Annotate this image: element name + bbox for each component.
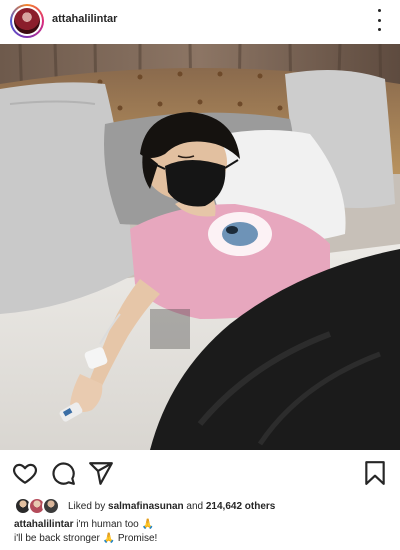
- likes-conjunction: and: [186, 500, 204, 512]
- liker-avatar[interactable]: [42, 497, 60, 515]
- post-photo[interactable]: [0, 44, 400, 450]
- photo-illustration: [0, 44, 400, 450]
- caption-text-1: i'm human too 🙏: [76, 519, 154, 530]
- more-dot: [377, 28, 381, 31]
- caption-line-1: attahalilintar i'm human too 🙏: [14, 518, 390, 532]
- post-header: attahalilintar: [0, 0, 400, 42]
- caption-username[interactable]: attahalilintar: [14, 519, 73, 530]
- share-icon[interactable]: [88, 460, 114, 486]
- liker-avatars: [14, 497, 64, 515]
- likes-prefix: Liked by: [68, 500, 106, 512]
- more-options-icon[interactable]: [372, 9, 386, 31]
- likes-count[interactable]: 214,642 others: [206, 501, 276, 512]
- heart-icon[interactable]: [12, 460, 38, 486]
- comment-icon[interactable]: [50, 460, 76, 486]
- post-username[interactable]: attahalilintar: [52, 13, 117, 25]
- liker-username[interactable]: salmafinasunan: [108, 501, 184, 512]
- profile-avatar[interactable]: [10, 4, 44, 38]
- avatar-inner: [12, 6, 42, 36]
- likes-row: Liked by salmafinasunan and 214,642 othe…: [14, 496, 275, 516]
- avatar-image: [14, 8, 40, 34]
- more-dot: [377, 9, 381, 12]
- caption-text-2: i'll be back stronger 🙏 Promise!: [14, 533, 158, 544]
- action-bar: [0, 456, 400, 490]
- more-dot: [377, 18, 381, 22]
- likes-text: Liked by salmafinasunan and 214,642 othe…: [68, 501, 275, 512]
- post-caption: attahalilintar i'm human too 🙏 i'll be b…: [14, 518, 390, 546]
- bookmark-icon[interactable]: [362, 460, 388, 486]
